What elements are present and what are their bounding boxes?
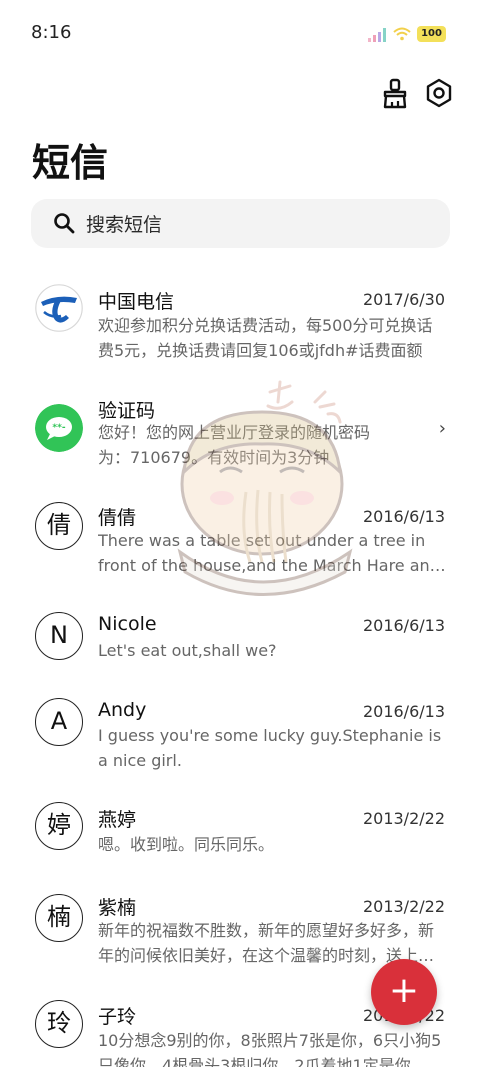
- message-item[interactable]: **- 验证码 › 您好！您的网上营业厅登录的随机密码为：710679。有效时间…: [0, 394, 480, 494]
- message-date: 2016/6/13: [362, 507, 445, 526]
- message-date: 2013/2/22: [362, 897, 445, 916]
- message-item[interactable]: A Andy 2016/6/13 I guess you're some luc…: [0, 698, 480, 798]
- avatar: 倩: [35, 502, 83, 550]
- avatar: N: [35, 612, 83, 660]
- avatar: 婷: [35, 802, 83, 850]
- message-item[interactable]: N Nicole 2016/6/13 Let's eat out,shall w…: [0, 612, 480, 692]
- chevron-right-icon: ›: [438, 418, 446, 439]
- message-sender: Andy: [98, 699, 147, 721]
- message-sender: Nicole: [98, 613, 157, 635]
- search-placeholder: 搜索短信: [86, 214, 163, 236]
- avatar: A: [35, 698, 83, 746]
- message-item[interactable]: 倩 倩倩 2016/6/13 There was a table set out…: [0, 500, 480, 600]
- brush-icon[interactable]: [378, 76, 412, 110]
- message-date: 2016/6/13: [362, 702, 445, 721]
- message-sender: 验证码: [98, 400, 156, 422]
- page-title: 短信: [32, 141, 109, 185]
- new-message-button[interactable]: +: [371, 959, 437, 1025]
- search-input[interactable]: 搜索短信: [31, 199, 450, 248]
- plus-icon: +: [388, 970, 420, 1011]
- wifi-icon: [393, 27, 411, 41]
- avatar: 玲: [35, 1000, 83, 1048]
- message-preview: 欢迎参加积分兑换话费活动，每500分可兑换话费5元，兑换话费请回复106或jfd…: [98, 316, 433, 360]
- battery-icon: 100: [417, 26, 446, 42]
- message-preview: 嗯。收到啦。同乐同乐。: [98, 835, 275, 854]
- signal-icon: [368, 28, 386, 42]
- settings-icon[interactable]: [422, 76, 456, 110]
- message-sender: 倩倩: [98, 507, 137, 529]
- message-item[interactable]: 中国电信 2017/6/30 欢迎参加积分兑换话费活动，每500分可兑换话费5元…: [0, 284, 480, 384]
- message-bubble-icon: **-: [35, 404, 83, 452]
- message-preview: There was a table set out under a tree i…: [98, 531, 440, 575]
- status-bar: 8:16 100: [0, 0, 480, 66]
- message-sender: 中国电信: [98, 291, 175, 313]
- message-sender: 紫楠: [98, 897, 137, 919]
- svg-text:**-: **-: [52, 423, 65, 433]
- battery-text: 100: [421, 28, 442, 39]
- message-preview: 您好！您的网上营业厅登录的随机密码为：710679。有效时间为3分钟: [98, 423, 371, 467]
- message-preview: I guess you're some lucky guy.Stephanie …: [98, 726, 442, 770]
- search-icon: [54, 213, 75, 234]
- china-telecom-logo: [35, 284, 83, 332]
- avatar: 楠: [35, 894, 83, 942]
- message-date: 2016/6/13: [362, 616, 445, 635]
- message-preview: 10分想念9别的你，8张照片7张是你，6只小狗5只像你，4根骨头3根归你，2爪着…: [98, 1031, 442, 1067]
- message-date: 2013/2/22: [362, 809, 445, 828]
- message-list[interactable]: 中国电信 2017/6/30 欢迎参加积分兑换话费活动，每500分可兑换话费5元…: [0, 266, 480, 1067]
- message-sender: 子玲: [98, 1006, 137, 1028]
- status-time: 8:16: [31, 22, 72, 43]
- message-date: 2017/6/30: [362, 290, 445, 309]
- message-item[interactable]: 婷 燕婷 2013/2/22 嗯。收到啦。同乐同乐。: [0, 802, 480, 882]
- message-sender: 燕婷: [98, 809, 137, 831]
- message-preview: Let's eat out,shall we?: [98, 641, 277, 660]
